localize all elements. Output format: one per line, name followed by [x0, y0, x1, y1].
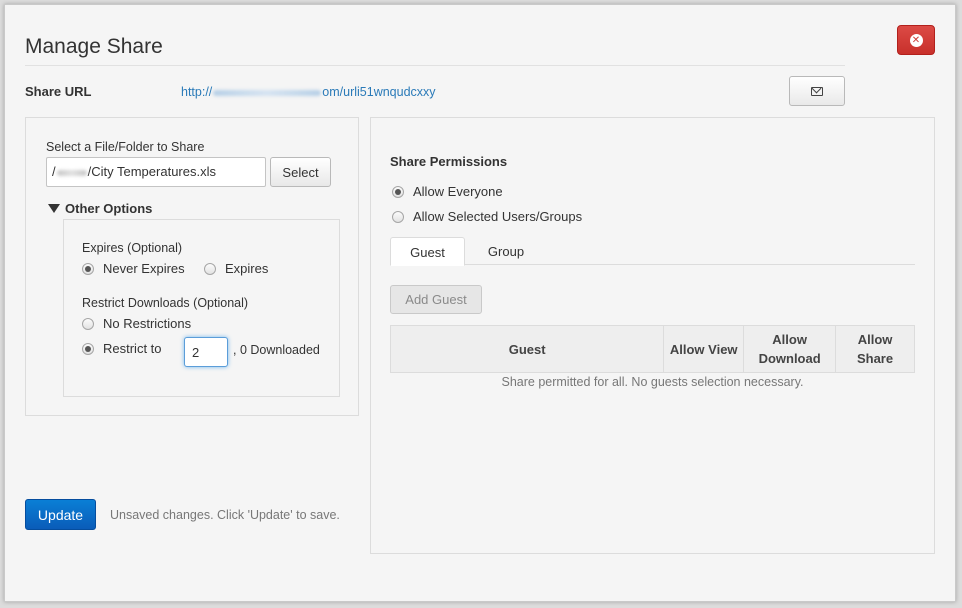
caret-down-icon [48, 204, 60, 213]
file-select-label: Select a File/Folder to Share [46, 140, 205, 154]
no-restrictions-label: No Restrictions [103, 316, 192, 331]
update-button[interactable]: Update [25, 499, 96, 530]
other-options-label: Other Options [65, 201, 153, 216]
radio-unchecked-icon [82, 317, 94, 330]
add-guest-button[interactable]: Add Guest [390, 285, 482, 314]
radio-unchecked-icon [204, 262, 216, 275]
restrict-to-radio[interactable]: Restrict to [82, 341, 162, 356]
share-url-suffix: om/urli51wnqudcxxy [322, 85, 436, 99]
manage-share-dialog: Manage Share ✕ Share URL http:// om/urli5… [4, 4, 956, 602]
allow-selected-radio[interactable]: Allow Selected Users/Groups [392, 209, 582, 224]
empty-guests-message: Share permitted for all. No guests selec… [501, 375, 804, 389]
other-options-toggle[interactable]: Other Options [48, 201, 152, 216]
no-restrictions-radio[interactable]: No Restrictions [82, 316, 191, 331]
unsaved-changes-text: Unsaved changes. Click 'Update' to save. [110, 508, 340, 522]
select-file-button[interactable]: Select [270, 157, 331, 187]
radio-checked-icon [82, 262, 94, 275]
email-share-button[interactable] [789, 76, 845, 106]
allow-everyone-radio[interactable]: Allow Everyone [392, 184, 503, 199]
dialog-title: Manage Share [25, 35, 163, 58]
envelope-icon [811, 86, 823, 96]
share-url-link[interactable]: http:// om/urli51wnqudcxxy [181, 85, 436, 99]
other-options-box: Expires (Optional) Never Expires Expires… [63, 219, 340, 397]
path-prefix: / [52, 164, 56, 179]
allow-selected-label: Allow Selected Users/Groups [413, 209, 583, 224]
share-permissions-title: Share Permissions [390, 154, 508, 169]
restrict-downloads-label: Restrict Downloads (Optional) [82, 296, 249, 310]
allow-everyone-label: Allow Everyone [413, 184, 503, 199]
tab-guest[interactable]: Guest [390, 237, 465, 266]
redacted-domain [213, 89, 322, 96]
file-path-input[interactable]: / /City Temperatures.xls [46, 157, 266, 187]
restrict-to-label: Restrict to [103, 341, 162, 356]
expires-radio[interactable]: Expires [204, 261, 268, 276]
share-url-prefix: http:// [181, 85, 213, 99]
share-permissions-panel: Share Permissions Allow Everyone Allow S… [370, 117, 935, 554]
radio-unchecked-icon [392, 210, 404, 223]
downloaded-count: , 0 Downloaded [233, 343, 320, 357]
permission-tabs: Guest Group [390, 237, 915, 266]
never-expires-label: Never Expires [103, 261, 185, 276]
download-limit-input[interactable] [184, 337, 228, 367]
radio-checked-icon [392, 185, 404, 198]
radio-checked-icon [82, 342, 94, 355]
column-header-allow-download[interactable]: Allow Download [743, 325, 837, 373]
close-icon: ✕ [909, 33, 923, 47]
guest-table: Guest Allow View Allow Download Allow Sh… [389, 325, 915, 373]
never-expires-radio[interactable]: Never Expires [82, 261, 185, 276]
column-header-allow-view[interactable]: Allow View [663, 325, 745, 373]
column-header-guest[interactable]: Guest [389, 325, 665, 373]
file-options-panel: Select a File/Folder to Share / /City Tem… [25, 117, 359, 416]
expires-option-label: Expires [225, 261, 269, 276]
path-suffix: /City Temperatures.xls [87, 164, 216, 179]
tab-group[interactable]: Group [471, 237, 541, 265]
table-header-row: Guest Allow View Allow Download Allow Sh… [389, 325, 915, 373]
close-button[interactable]: ✕ [897, 25, 935, 55]
title-divider [25, 65, 845, 66]
column-header-allow-share[interactable]: Allow Share [835, 325, 915, 373]
share-url-label: Share URL [25, 84, 92, 99]
expires-label: Expires (Optional) [82, 241, 183, 255]
redacted-path [56, 169, 87, 176]
